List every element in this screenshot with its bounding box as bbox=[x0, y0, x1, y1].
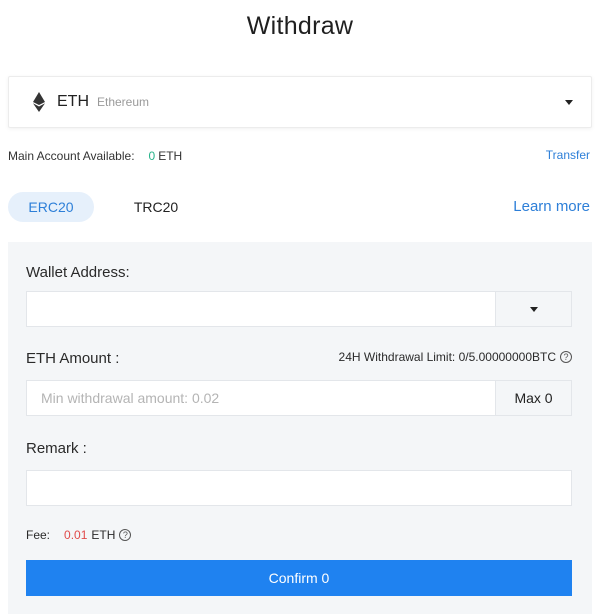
coin-name: Ethereum bbox=[97, 95, 150, 109]
remark-label: Remark : bbox=[26, 440, 87, 457]
withdraw-form-panel: Wallet Address: ETH Amount : 24H Withdra… bbox=[8, 242, 592, 614]
max-button[interactable]: Max 0 bbox=[495, 381, 571, 415]
withdrawal-limit: 24H Withdrawal Limit: 0/5.00000000BTC ? bbox=[339, 350, 572, 364]
remark-field bbox=[26, 470, 572, 506]
wallet-address-dropdown-button[interactable] bbox=[495, 292, 571, 326]
chevron-down-icon bbox=[565, 100, 573, 105]
amount-label: ETH Amount : bbox=[26, 350, 120, 367]
network-tabs: ERC20 TRC20 Learn more bbox=[8, 192, 592, 224]
tab-erc20[interactable]: ERC20 bbox=[8, 192, 94, 222]
learn-more-link[interactable]: Learn more bbox=[513, 198, 590, 215]
page-title: Withdraw bbox=[246, 12, 354, 40]
confirm-button[interactable]: Confirm 0 bbox=[26, 560, 572, 596]
transfer-link[interactable]: Transfer bbox=[546, 148, 590, 162]
coin-symbol: ETH bbox=[57, 93, 89, 110]
wallet-address-label: Wallet Address: bbox=[26, 264, 130, 281]
help-icon[interactable]: ? bbox=[119, 529, 132, 541]
fee-label: Fee: bbox=[26, 528, 51, 542]
withdrawal-limit-text: 24H Withdrawal Limit: 0/5.00000000BTC bbox=[338, 350, 556, 364]
remark-input[interactable] bbox=[27, 471, 571, 505]
fee-value: 0.01 bbox=[64, 528, 88, 542]
wallet-address-field bbox=[26, 291, 572, 327]
chevron-down-icon bbox=[529, 306, 538, 312]
fee-row: Fee: 0.01 ETH ? bbox=[26, 528, 132, 542]
help-icon[interactable]: ? bbox=[560, 351, 572, 363]
available-label: Main Account Available: bbox=[8, 149, 135, 163]
amount-input[interactable] bbox=[27, 381, 493, 415]
ethereum-icon bbox=[33, 92, 45, 112]
wallet-address-input[interactable] bbox=[27, 292, 493, 326]
coin-select[interactable]: ETH Ethereum bbox=[8, 76, 592, 128]
tab-trc20[interactable]: TRC20 bbox=[116, 192, 196, 222]
available-balance-row: Main Account Available: 0 ETH Transfer bbox=[8, 148, 592, 164]
available-amount: 0 bbox=[148, 149, 156, 163]
fee-unit: ETH bbox=[91, 528, 116, 542]
max-button-label: Max 0 bbox=[514, 390, 553, 406]
amount-field: Max 0 bbox=[26, 380, 572, 416]
available-unit: ETH bbox=[158, 149, 183, 163]
